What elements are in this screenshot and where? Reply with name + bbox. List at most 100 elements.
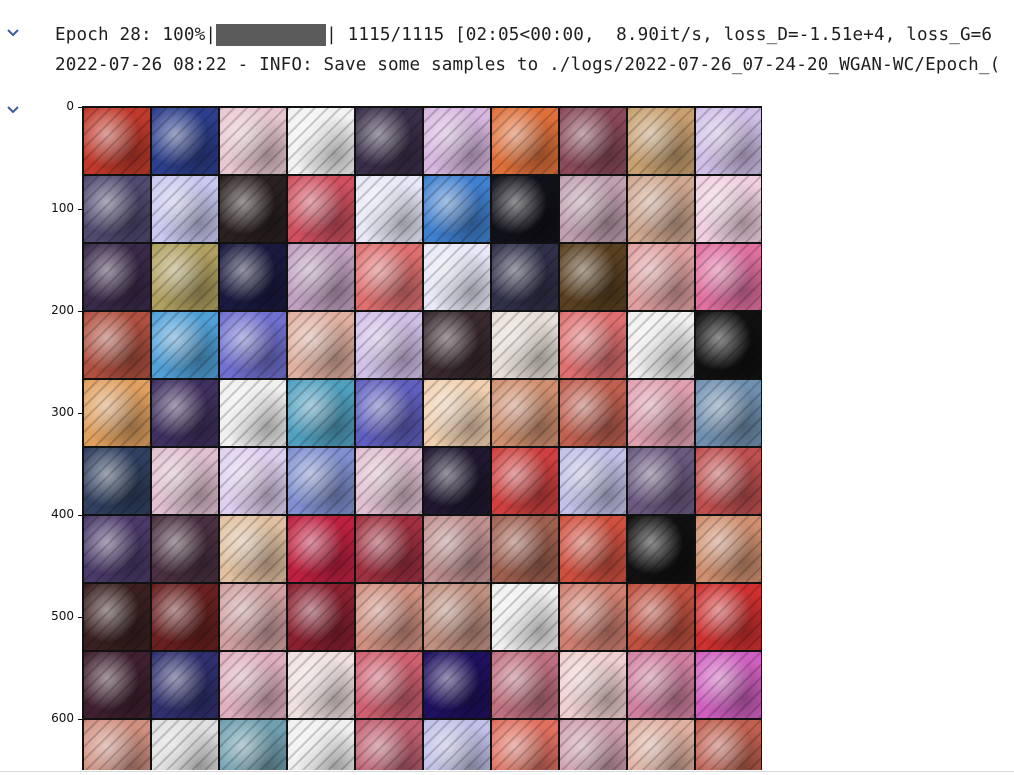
sample-image-tile bbox=[424, 516, 490, 582]
sample-image-tile bbox=[220, 244, 286, 310]
sample-image-tile bbox=[628, 720, 694, 770]
sample-image-tile bbox=[84, 448, 150, 514]
sample-image-tile bbox=[152, 584, 218, 650]
sample-image-tile bbox=[84, 108, 150, 174]
sample-image-tile bbox=[220, 448, 286, 514]
y-tick-label: 300 bbox=[51, 405, 74, 419]
progress-bar bbox=[216, 24, 327, 46]
sample-image-tile bbox=[356, 720, 422, 770]
sample-image-tile bbox=[628, 312, 694, 378]
sample-image-tile bbox=[696, 244, 761, 310]
sample-image-tile bbox=[220, 312, 286, 378]
y-tick-label: 500 bbox=[51, 609, 74, 623]
sample-image-tile bbox=[492, 244, 558, 310]
sample-image-tile bbox=[288, 720, 354, 770]
sample-image-tile bbox=[424, 312, 490, 378]
sample-image-tile bbox=[492, 720, 558, 770]
sample-image-tile bbox=[696, 584, 761, 650]
sample-image-tile bbox=[424, 720, 490, 770]
sample-image-tile bbox=[424, 380, 490, 446]
sample-image-tile bbox=[492, 108, 558, 174]
sample-image-tile bbox=[424, 108, 490, 174]
sample-image-tile bbox=[288, 312, 354, 378]
y-tick-label: 400 bbox=[51, 507, 74, 521]
sample-image-tile bbox=[628, 380, 694, 446]
sample-image-tile bbox=[628, 108, 694, 174]
sample-image-tile bbox=[560, 108, 626, 174]
sample-image-tile bbox=[356, 108, 422, 174]
sample-image-tile bbox=[220, 380, 286, 446]
sample-image-tile bbox=[696, 720, 761, 770]
sample-image-tile bbox=[288, 584, 354, 650]
log-info-line: 2022-07-26 08:22 - INFO: Save some sampl… bbox=[55, 55, 1001, 75]
cell-divider bbox=[0, 771, 1014, 772]
sample-image-tile bbox=[288, 516, 354, 582]
sample-image-tile bbox=[356, 652, 422, 718]
sample-image-tile bbox=[492, 584, 558, 650]
sample-image-tile bbox=[696, 448, 761, 514]
sample-image-tile bbox=[628, 584, 694, 650]
sample-image-tile bbox=[356, 244, 422, 310]
sample-image-tile bbox=[84, 652, 150, 718]
sample-image-tile bbox=[356, 448, 422, 514]
sample-image-tile bbox=[492, 652, 558, 718]
sample-image-tile bbox=[560, 652, 626, 718]
sample-image-tile bbox=[84, 244, 150, 310]
sample-image-tile bbox=[220, 176, 286, 242]
sample-image-tile bbox=[492, 448, 558, 514]
sample-image-tile bbox=[492, 312, 558, 378]
sample-image-tile bbox=[152, 108, 218, 174]
sample-image-tile bbox=[560, 244, 626, 310]
sample-image-tile bbox=[628, 176, 694, 242]
sample-image-tile bbox=[492, 176, 558, 242]
collapse-output-chevron-icon[interactable] bbox=[6, 28, 20, 38]
image-grid-frame bbox=[82, 106, 762, 770]
sample-image-tile bbox=[288, 380, 354, 446]
progress-prefix: Epoch 28: 100%| bbox=[55, 25, 217, 45]
sample-image-tile bbox=[152, 176, 218, 242]
sample-image-tile bbox=[152, 652, 218, 718]
sample-image-tile bbox=[84, 516, 150, 582]
sample-image-tile bbox=[560, 584, 626, 650]
y-tick-label: 100 bbox=[51, 201, 74, 215]
sample-image-tile bbox=[424, 448, 490, 514]
sample-image-tile bbox=[220, 584, 286, 650]
sample-image-tile bbox=[288, 448, 354, 514]
sample-image-tile bbox=[84, 176, 150, 242]
sample-image-tile bbox=[696, 380, 761, 446]
sample-image-tile bbox=[220, 652, 286, 718]
sample-image-tile bbox=[696, 312, 761, 378]
sample-image-tile bbox=[492, 380, 558, 446]
sample-image-tile bbox=[152, 380, 218, 446]
sample-image-tile bbox=[288, 652, 354, 718]
training-progress-line: Epoch 28: 100%| | 1115/1115 [02:05<00:00,… bbox=[55, 24, 992, 46]
sample-image-tile bbox=[628, 448, 694, 514]
sample-image-tile bbox=[696, 652, 761, 718]
y-tick-label: 0 bbox=[66, 99, 74, 113]
sample-image-tile bbox=[152, 312, 218, 378]
sample-image-tile bbox=[696, 176, 761, 242]
sample-image-tile bbox=[152, 244, 218, 310]
sample-image-tile bbox=[424, 652, 490, 718]
sample-image-tile bbox=[560, 720, 626, 770]
sample-image-tile bbox=[424, 244, 490, 310]
sample-image-tile bbox=[356, 380, 422, 446]
sample-image-tile bbox=[560, 516, 626, 582]
sample-image-tile bbox=[696, 108, 761, 174]
sample-image-tile bbox=[220, 516, 286, 582]
sample-image-tile bbox=[220, 720, 286, 770]
sample-image-tile bbox=[152, 516, 218, 582]
sample-image-tile bbox=[628, 516, 694, 582]
sample-image-tile bbox=[84, 584, 150, 650]
sample-image-tile bbox=[560, 448, 626, 514]
sample-image-tile bbox=[356, 312, 422, 378]
sample-image-tile bbox=[424, 176, 490, 242]
sample-image-tile bbox=[288, 108, 354, 174]
y-tick-label: 200 bbox=[51, 303, 74, 317]
sample-image-tile bbox=[288, 176, 354, 242]
sample-image-tile bbox=[696, 516, 761, 582]
progress-suffix: | 1115/1115 [02:05<00:00, 8.90it/s, loss… bbox=[326, 25, 993, 45]
sample-image-tile bbox=[152, 448, 218, 514]
sample-grid-plot: 0 100 200 300 400 500 600 bbox=[0, 95, 1014, 775]
sample-image-tile bbox=[560, 312, 626, 378]
